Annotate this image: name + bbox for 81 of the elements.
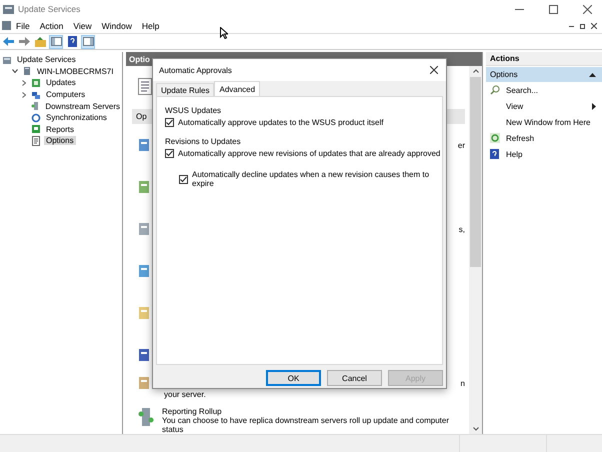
actions-group[interactable]: Options [486, 67, 602, 82]
refresh-icon [490, 133, 500, 143]
mouse-cursor-icon [220, 27, 228, 39]
checkbox[interactable] [165, 149, 174, 158]
expanded-chevron-icon[interactable] [12, 69, 18, 74]
scroll-up-icon[interactable] [472, 69, 478, 73]
reports-icon [31, 124, 41, 134]
search-icon [490, 85, 500, 95]
checkbox-label[interactable]: Automatically decline updates when a new revision causes them to expire [192, 170, 434, 188]
option-icon [138, 306, 150, 320]
option-text: s, [458, 224, 465, 234]
option-icon [138, 138, 150, 152]
tree-item[interactable]: Updates [44, 78, 78, 88]
action-link[interactable]: Help [506, 150, 522, 158]
tree-item[interactable]: WIN-LMOBECRMS7I [35, 66, 116, 76]
servers-icon [138, 407, 154, 427]
action-link[interactable]: View [506, 102, 586, 110]
minimize-icon[interactable] [569, 24, 574, 26]
collapse-caret-icon[interactable] [589, 72, 596, 76]
action-pane-icon[interactable] [82, 37, 94, 46]
tree-item[interactable]: Computers [44, 90, 88, 100]
group-heading: Revisions to Updates [165, 137, 242, 146]
checkbox-label[interactable]: Automatically approve updates to the WSUS product itself [178, 118, 384, 127]
option-icon [138, 180, 150, 194]
help-icon [490, 149, 499, 159]
maximize-icon[interactable] [548, 4, 558, 14]
close-icon[interactable] [582, 4, 592, 14]
folder-up-icon[interactable] [34, 36, 46, 46]
action-link[interactable]: Refresh [506, 134, 534, 142]
option-description: your server. [164, 390, 207, 399]
back-arrow-icon[interactable] [2, 37, 14, 46]
window-title: Update Services [18, 4, 82, 14]
console-tree-icon[interactable] [50, 37, 62, 46]
option-icon [138, 376, 150, 390]
menu-item[interactable]: Help [136, 20, 164, 30]
option-icon [138, 222, 150, 236]
dialog-button[interactable]: Cancel [327, 370, 382, 386]
app-icon [3, 4, 14, 14]
dialog-button[interactable]: OK [266, 370, 321, 386]
tree-item[interactable]: Synchronizations [44, 113, 109, 122]
restore-icon[interactable] [580, 22, 586, 28]
group-heading: WSUS Updates [165, 106, 222, 115]
server-console-icon [2, 54, 12, 65]
actions-header: Actions [486, 52, 602, 66]
menu-item[interactable]: Window [96, 20, 137, 30]
option-description: You can choose to have replica downstream servers roll up update and computer status [162, 416, 450, 434]
option-title[interactable]: Reporting Rollup [162, 407, 452, 416]
close-icon[interactable] [590, 22, 596, 28]
tree-item[interactable]: Update Services [15, 55, 78, 64]
checkbox[interactable] [179, 174, 188, 184]
scroll-down-icon[interactable] [472, 427, 478, 431]
tab[interactable]: Advanced [214, 81, 260, 96]
servers-icon [30, 101, 40, 112]
help-icon[interactable] [68, 36, 76, 47]
menu-item[interactable]: View [68, 20, 97, 30]
close-icon[interactable] [430, 66, 438, 74]
menu-item[interactable]: File [11, 20, 35, 30]
updates-icon [31, 78, 41, 88]
action-link[interactable]: New Window from Here [506, 118, 590, 126]
collapsed-chevron-icon[interactable] [22, 92, 26, 98]
computers-icon [31, 90, 41, 100]
tree-item[interactable]: Reports [44, 124, 76, 134]
checkbox[interactable] [165, 118, 174, 127]
option-text: er [458, 140, 465, 150]
collapsed-chevron-icon[interactable] [22, 80, 26, 86]
forward-arrow-icon[interactable] [18, 37, 30, 46]
option-icon [138, 264, 150, 278]
tree-item[interactable]: Downstream Servers [43, 102, 122, 111]
options-icon [31, 136, 41, 146]
option-icon [138, 348, 150, 362]
server-icon [22, 66, 32, 76]
minimize-icon[interactable] [514, 8, 524, 10]
option-text: n [460, 378, 465, 388]
tab[interactable]: Update Rules [156, 83, 214, 96]
action-link[interactable]: Search... [506, 86, 538, 94]
tree-item[interactable]: Options [44, 136, 76, 146]
dialog-title: Automatic Approvals [159, 66, 232, 74]
menu-item[interactable]: Action [34, 20, 68, 30]
sync-icon [31, 112, 41, 123]
scrollbar-thumb[interactable] [470, 77, 481, 267]
checkbox-label[interactable]: Automatically approve new revisions of updates that are already approved [178, 149, 440, 158]
